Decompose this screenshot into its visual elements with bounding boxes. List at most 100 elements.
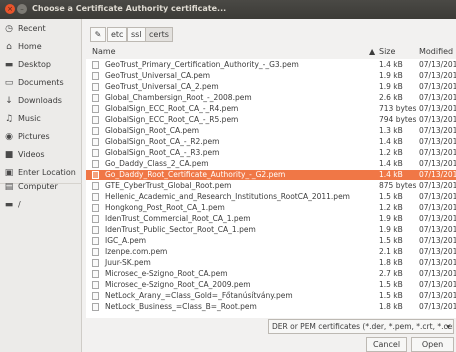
file-modified: 07/13/2015 [419,137,456,146]
file-modified: 07/13/2015 [419,115,456,124]
file-modified: 07/13/2015 [419,93,456,102]
folder-icon: ▬ [4,60,14,70]
file-type-filter[interactable]: DER or PEM certificates (*.der, *.pem, *… [268,319,454,334]
file-name: Juur-SK.pem [105,258,151,267]
path-segment-ssl[interactable]: ssl [127,27,146,42]
file-row[interactable]: Hongkong_Post_Root_CA_1.pem 1.2 kB 07/13/2… [86,203,456,213]
file-row[interactable]: Microsec_e-Szigno_Root_CA.pem 2.7 kB 07/13… [86,269,456,279]
file-size: 794 bytes [379,115,417,124]
file-row[interactable]: NetLock_Business_=Class_B=_Root.pem 1.8 k… [86,302,456,312]
places-sidebar: ◷ Recent ⌂ Home ▬ Desktop ▭ Documents ↓ Downl… [0,19,82,352]
file-row[interactable]: Juur-SK.pem 1.8 kB 07/13/2015 [86,258,456,268]
file-row[interactable]: GTE_CyberTrust_Global_Root.pem 875 bytes 0… [86,181,456,191]
download-icon: ↓ [5,96,13,106]
file-modified: 07/13/2015 [419,280,456,289]
file-row[interactable]: GlobalSign_Root_CA_-_R3.pem 1.2 kB 07/13/2… [86,148,456,158]
file-modified: 07/13/2015 [419,71,456,80]
file-icon [92,149,99,157]
sidebar-item-computer[interactable]: ▤ Computer [0,179,82,196]
title-bar: × – Choose a Certificate Authority certi… [0,0,456,19]
file-name: GeoTrust_Universal_CA_2.pem [105,82,219,91]
sidebar-item-home[interactable]: ⌂ Home [0,39,82,56]
file-size: 1.9 kB [379,82,403,91]
sidebar-item-videos[interactable]: ■ Videos [0,147,82,164]
file-size: 2.7 kB [379,269,403,278]
path-segment-certs[interactable]: certs [145,27,173,42]
sidebar-item-music[interactable]: ♫ Music [0,111,82,128]
file-icon [92,281,99,289]
file-modified: 07/13/2015 [419,104,456,113]
file-size: 1.2 kB [379,203,403,212]
file-row[interactable]: GeoTrust_Universal_CA.pem 1.9 kB 07/13/201… [86,71,456,81]
column-header-modified[interactable]: Modified [419,47,453,56]
file-size: 1.2 kB [379,148,403,157]
file-size: 1.3 kB [379,126,403,135]
file-row[interactable]: Global_Chambersign_Root_-_2008.pem 2.6 kB… [86,93,456,103]
sidebar-item-root[interactable]: ▬ / [0,197,82,214]
file-row[interactable]: GlobalSign_ECC_Root_CA_-_R4.pem 713 bytes… [86,104,456,114]
sidebar-item-label: Computer [18,182,58,191]
file-modified: 07/13/2015 [419,203,456,212]
file-name: Hellenic_Academic_and_Research_Instituti… [105,192,350,201]
file-size: 1.5 kB [379,192,403,201]
file-size: 1.5 kB [379,291,403,300]
file-icon [92,94,99,102]
file-row[interactable]: GeoTrust_Universal_CA_2.pem 1.9 kB 07/13/2… [86,82,456,92]
sidebar-item-label: Pictures [18,132,50,141]
file-name: GlobalSign_Root_CA_-_R2.pem [105,137,220,146]
file-name: Microsec_e-Szigno_Root_CA_2009.pem [105,280,251,289]
sidebar-item-label: / [18,200,21,209]
file-row[interactable]: IGC_A.pem 1.5 kB 07/13/2015 [86,236,456,246]
file-size: 1.9 kB [379,214,403,223]
file-row[interactable]: GlobalSign_Root_CA_-_R2.pem 1.4 kB 07/13/2… [86,137,456,147]
file-name: Microsec_e-Szigno_Root_CA.pem [105,269,228,278]
file-row[interactable]: GeoTrust_Primary_Certification_Authority… [86,60,456,70]
sidebar-item-pictures[interactable]: ◉ Pictures [0,129,82,146]
window-close-button[interactable]: × [5,4,15,14]
column-header-size[interactable]: Size [379,47,395,56]
file-row[interactable]: IdenTrust_Commercial_Root_CA_1.pem 1.9 kB… [86,214,456,224]
file-name: Go_Daddy_Root_Certificate_Authority_-_G2… [105,170,286,179]
sidebar-item-label: Documents [18,78,64,87]
file-list: GeoTrust_Primary_Certification_Authority… [86,59,456,318]
window-minimize-button[interactable]: – [17,4,27,14]
file-row[interactable]: Hellenic_Academic_and_Research_Instituti… [86,192,456,202]
file-icon [92,292,99,300]
file-icon [92,182,99,190]
path-segment-etc[interactable]: etc [107,27,128,42]
file-modified: 07/13/2015 [419,159,456,168]
location-toggle-button[interactable]: ✎ [90,27,106,42]
file-row[interactable]: GlobalSign_Root_CA.pem 1.3 kB 07/13/2015 [86,126,456,136]
file-name: GeoTrust_Primary_Certification_Authority… [105,60,299,69]
file-row[interactable]: GlobalSign_ECC_Root_CA_-_R5.pem 794 bytes… [86,115,456,125]
file-row[interactable]: NetLock_Arany_=Class_Gold=_Főtanúsítvány… [86,291,456,301]
file-row[interactable]: Go_Daddy_Class_2_CA.pem 1.4 kB 07/13/2015 [86,159,456,169]
file-name: Global_Chambersign_Root_-_2008.pem [105,93,252,102]
file-size: 2.1 kB [379,247,403,256]
file-size: 1.4 kB [379,170,403,179]
file-row[interactable]: Izenpe.com.pem 2.1 kB 07/13/2015 [86,247,456,257]
file-modified: 07/13/2015 [419,236,456,245]
drive-icon: ▬ [4,200,14,210]
file-modified: 07/13/2015 [419,126,456,135]
sort-ascending-icon: ▲ [369,47,376,56]
open-button[interactable]: Open [411,337,454,352]
sidebar-item-label: Music [18,114,41,123]
file-icon [92,160,99,168]
file-icon [92,61,99,69]
sidebar-item-label: Home [18,42,42,51]
sidebar-item-downloads[interactable]: ↓ Downloads [0,93,82,110]
file-name: GeoTrust_Universal_CA.pem [105,71,211,80]
computer-icon: ▤ [4,182,14,192]
file-row[interactable]: Microsec_e-Szigno_Root_CA_2009.pem 1.5 kB… [86,280,456,290]
file-icon [92,259,99,267]
sidebar-item-documents[interactable]: ▭ Documents [0,75,82,92]
dropdown-arrow-icon: ▾ [446,322,450,331]
file-row[interactable]: IdenTrust_Public_Sector_Root_CA_1.pem 1.9… [86,225,456,235]
column-header-name[interactable]: Name [92,47,116,56]
file-icon [92,83,99,91]
sidebar-item-recent[interactable]: ◷ Recent [0,21,82,38]
file-row[interactable]: Go_Daddy_Root_Certificate_Authority_-_G2… [86,170,456,180]
cancel-button[interactable]: Cancel [366,337,407,352]
sidebar-item-desktop[interactable]: ▬ Desktop [0,57,82,74]
